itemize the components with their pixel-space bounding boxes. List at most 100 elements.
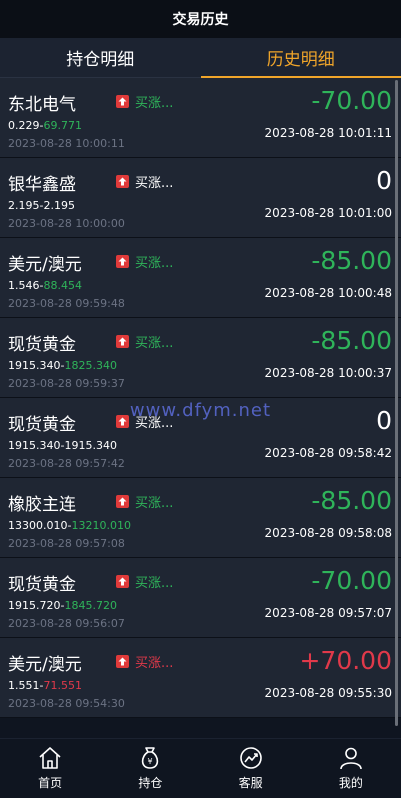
nav-mine[interactable]: 我的 [301,739,401,798]
arrow-up-glyph [118,177,127,186]
instrument-name: 现货黄金 [8,330,76,355]
trade-direction: 买涨... [135,252,175,271]
page-header: 交易历史 [0,0,401,38]
nav-positions-label: 持仓 [138,774,162,791]
close-price: 1845.720 [64,599,117,612]
price-range: 1915.720-1845.720 [8,599,117,612]
close-price: 2.195 [43,199,75,212]
trade-direction: 买涨... [135,652,175,671]
home-icon [37,745,63,771]
nav-mine-label: 我的 [339,774,363,791]
tab-bar: 持仓明细 历史明细 [0,38,401,78]
arrow-up-glyph [118,577,127,586]
history-row[interactable]: 现货黄金 买涨... 1915.340-1825.340 2023-08-28 … [0,318,401,398]
money-bag-icon: ¥ [137,745,163,771]
arrow-up-icon [116,495,129,508]
open-price: 2.195 [8,199,40,212]
nav-service-label: 客服 [239,774,263,791]
open-time: 2023-08-28 09:59:48 [8,297,125,310]
instrument-name: 橡胶主连 [8,490,76,515]
profit-loss: -85.00 [311,326,392,355]
close-time: 2023-08-28 09:57:07 [265,606,392,620]
trade-direction: 买涨... [135,92,175,111]
instrument-name: 美元/澳元 [8,250,82,275]
tab-positions-label: 持仓明细 [66,45,134,70]
price-range: 1915.340-1915.340 [8,439,117,452]
instrument-name: 现货黄金 [8,570,76,595]
nav-service[interactable]: 客服 [201,739,301,798]
profit-loss: -70.00 [311,86,392,115]
open-price: 1915.720 [8,599,61,612]
trade-direction: 买涨... [135,332,175,351]
nav-home[interactable]: 首页 [0,739,100,798]
watermark: www.dfym.net [0,400,401,421]
close-price: 1915.340 [64,439,117,452]
open-time: 2023-08-28 09:57:08 [8,537,125,550]
profit-loss: 0 [376,166,392,195]
nav-positions[interactable]: ¥ 持仓 [100,739,200,798]
arrow-up-icon [116,655,129,668]
open-time: 2023-08-28 09:56:07 [8,617,125,630]
instrument-name: 美元/澳元 [8,650,82,675]
close-price: 69.771 [43,119,82,132]
arrow-up-glyph [118,97,127,106]
history-row[interactable]: 美元/澳元 买涨... 1.546-88.454 2023-08-28 09:5… [0,238,401,318]
open-price: 1915.340 [8,359,61,372]
tab-positions[interactable]: 持仓明细 [0,38,201,77]
instrument-name: 银华鑫盛 [8,170,76,195]
arrow-up-icon [116,575,129,588]
price-range: 0.229-69.771 [8,119,82,132]
close-time: 2023-08-28 09:55:30 [265,686,392,700]
arrow-up-glyph [118,497,127,506]
history-row[interactable]: 橡胶主连 买涨... 13300.010-13210.010 2023-08-2… [0,478,401,558]
close-price: 1825.340 [64,359,117,372]
arrow-up-icon [116,175,129,188]
open-price: 1915.340 [8,439,61,452]
close-time: 2023-08-28 09:58:42 [265,446,392,460]
close-time: 2023-08-28 10:01:00 [265,206,392,220]
history-row[interactable]: 东北电气 买涨... 0.229-69.771 2023-08-28 10:00… [0,78,401,158]
arrow-up-glyph [118,257,127,266]
trade-direction: 买涨... [135,572,175,591]
profit-loss: +70.00 [299,646,392,675]
open-price: 1.551 [8,679,40,692]
arrow-up-glyph [118,657,127,666]
history-row[interactable]: 银华鑫盛 买涨... 2.195-2.195 2023-08-28 10:00:… [0,158,401,238]
open-price: 0.229 [8,119,40,132]
price-range: 2.195-2.195 [8,199,75,212]
price-range: 13300.010-13210.010 [8,519,131,532]
bottom-nav: 首页 ¥ 持仓 客服 我的 [0,738,401,798]
close-time: 2023-08-28 10:00:37 [265,366,392,380]
price-range: 1.551-71.551 [8,679,82,692]
close-time: 2023-08-28 10:01:11 [265,126,392,140]
history-row[interactable]: 现货黄金 买涨... 1915.720-1845.720 2023-08-28 … [0,558,401,638]
close-time: 2023-08-28 10:00:48 [265,286,392,300]
instrument-name: 东北电气 [8,90,76,115]
trend-chart-icon [238,745,264,771]
trade-direction: 买涨... [135,172,175,191]
tab-history-label: 历史明细 [267,45,335,70]
svg-text:¥: ¥ [148,757,153,766]
close-time: 2023-08-28 09:58:08 [265,526,392,540]
history-row[interactable]: 美元/澳元 买涨... 1.551-71.551 2023-08-28 09:5… [0,638,401,718]
tab-history[interactable]: 历史明细 [201,38,401,77]
close-price: 13210.010 [71,519,131,532]
user-icon [338,745,364,771]
arrow-up-icon [116,95,129,108]
arrow-up-icon [116,335,129,348]
open-time: 2023-08-28 10:00:00 [8,217,125,230]
open-time: 2023-08-28 09:59:37 [8,377,125,390]
page-title: 交易历史 [173,9,229,29]
profit-loss: -85.00 [311,486,392,515]
open-time: 2023-08-28 10:00:11 [8,137,125,150]
profit-loss: -85.00 [311,246,392,275]
trade-direction: 买涨... [135,492,175,511]
open-price: 1.546 [8,279,40,292]
price-range: 1915.340-1825.340 [8,359,117,372]
arrow-up-icon [116,255,129,268]
nav-home-label: 首页 [38,774,62,791]
open-price: 13300.010 [8,519,68,532]
price-range: 1.546-88.454 [8,279,82,292]
close-price: 88.454 [43,279,82,292]
close-price: 71.551 [43,679,82,692]
